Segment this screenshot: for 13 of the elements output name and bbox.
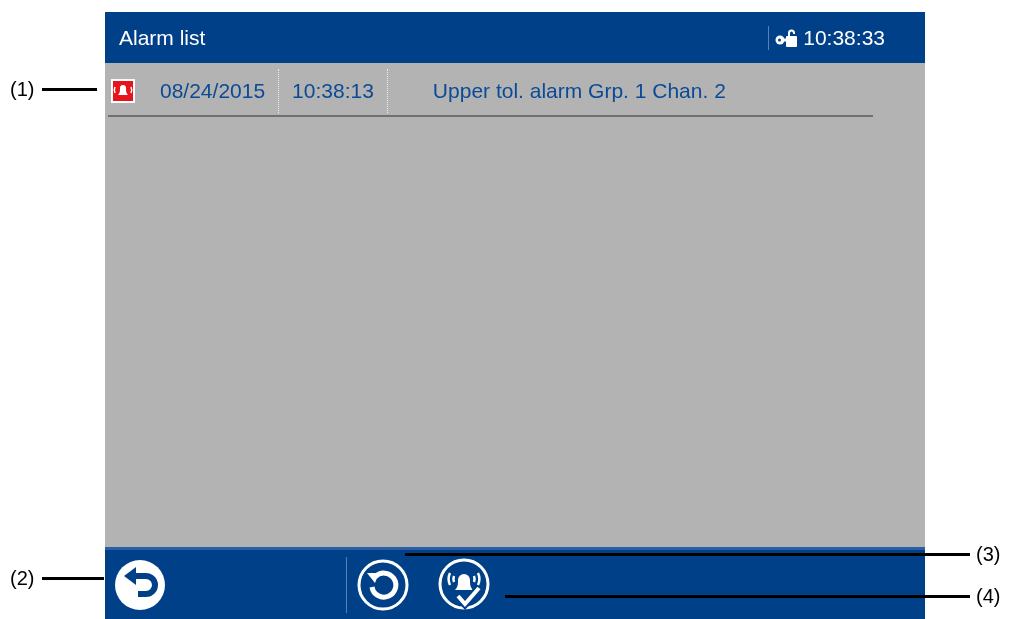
callout-label: (3) bbox=[976, 543, 1001, 566]
alarm-bell-icon bbox=[111, 79, 135, 103]
screen-title: Alarm list bbox=[119, 25, 207, 50]
unlocked-key-icon bbox=[775, 27, 798, 48]
alarm-time: 10:38:13 bbox=[279, 69, 388, 113]
clock-time: 10:38:33 bbox=[803, 25, 885, 50]
alarm-message: Upper tol. alarm Grp. 1 Chan. 2 bbox=[431, 78, 727, 104]
callout-label: (2) bbox=[10, 567, 35, 590]
alarm-date: 08/24/2015 bbox=[147, 69, 280, 113]
leader-line bbox=[42, 577, 105, 580]
callout-label: (1) bbox=[10, 78, 35, 101]
callout-label: (4) bbox=[976, 585, 1001, 608]
leader-line bbox=[42, 88, 98, 91]
